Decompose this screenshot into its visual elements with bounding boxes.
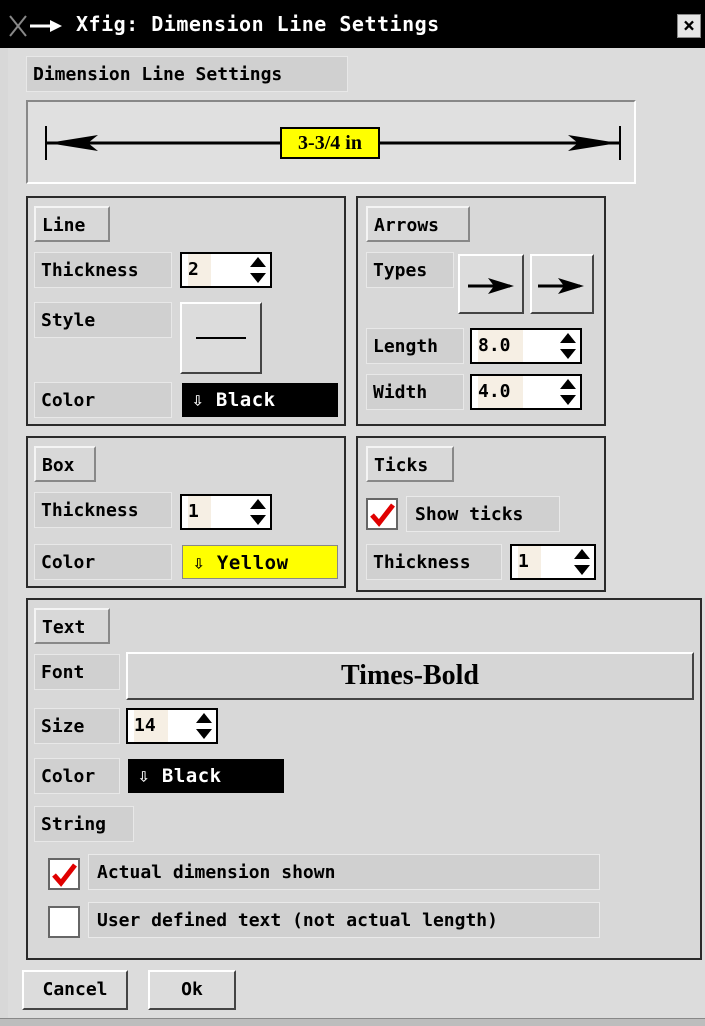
arrows-width-stepper[interactable]: 4.0 — [470, 374, 582, 410]
text-string-label: String — [34, 806, 134, 842]
text-font-label: Font — [34, 654, 120, 690]
spinner-arrows-icon[interactable] — [572, 548, 592, 576]
window-title: Xfig: Dimension Line Settings — [76, 12, 440, 36]
ticks-thickness-label: Thickness — [366, 544, 502, 580]
text-color-value: Black — [161, 765, 222, 787]
arrowhead-icon — [468, 278, 514, 294]
arrows-width-value[interactable]: 4.0 — [478, 376, 523, 408]
arrows-types-label: Types — [366, 252, 454, 288]
ticks-heading: Ticks — [366, 446, 454, 482]
line-thickness-stepper[interactable]: 2 — [180, 252, 272, 288]
ok-button[interactable]: Ok — [148, 970, 236, 1010]
arrowhead-icon — [538, 278, 584, 294]
down-arrow-icon: ⇩ — [192, 389, 204, 411]
actual-dimension-label[interactable]: Actual dimension shown — [88, 854, 600, 890]
arrows-length-stepper[interactable]: 8.0 — [470, 328, 582, 364]
dimension-preview: 3-3/4 in — [26, 100, 636, 184]
box-color-label: Color — [34, 544, 172, 580]
line-style-button[interactable] — [180, 302, 262, 374]
preview-dimension-text: 3-3/4 in — [280, 127, 380, 159]
spinner-arrows-icon[interactable] — [248, 498, 268, 526]
spinner-arrows-icon[interactable] — [194, 712, 214, 740]
line-color-label: Color — [34, 382, 172, 418]
cancel-button[interactable]: Cancel — [22, 970, 128, 1010]
down-arrow-icon: ⇩ — [138, 765, 150, 787]
bottom-frame — [0, 1018, 705, 1026]
text-color-label: Color — [34, 758, 120, 794]
arrows-length-label: Length — [366, 328, 464, 364]
box-color-value: Yellow — [216, 552, 289, 574]
text-color-button[interactable]: ⇩ Black — [128, 759, 284, 793]
solid-line-icon — [196, 337, 246, 339]
text-heading: Text — [34, 608, 110, 644]
arrows-heading: Arrows — [366, 206, 470, 242]
text-size-stepper[interactable]: 14 — [126, 708, 218, 744]
show-ticks-checkbox[interactable] — [366, 498, 398, 530]
arrows-width-label: Width — [366, 374, 464, 410]
line-heading: Line — [34, 206, 110, 242]
spinner-arrows-icon[interactable] — [248, 256, 268, 284]
ticks-thickness-stepper[interactable]: 1 — [510, 544, 596, 580]
window-menu-icon[interactable] — [6, 12, 70, 40]
checkmark-icon — [370, 503, 395, 527]
title-bar[interactable]: Xfig: Dimension Line Settings × — [0, 0, 705, 48]
checkmark-icon — [52, 863, 77, 887]
show-ticks-label[interactable]: Show ticks — [406, 496, 560, 532]
line-color-value: Black — [215, 389, 276, 411]
user-defined-text-label[interactable]: User defined text (not actual length) — [88, 902, 600, 938]
down-arrow-icon: ⇩ — [193, 552, 205, 574]
ticks-thickness-value[interactable]: 1 — [518, 546, 541, 578]
box-thickness-value[interactable]: 1 — [188, 496, 211, 528]
box-heading: Box — [34, 446, 96, 482]
user-defined-text-checkbox[interactable] — [48, 906, 80, 938]
line-style-label: Style — [34, 302, 172, 338]
line-thickness-label: Thickness — [34, 252, 172, 288]
dialog-label: Dimension Line Settings — [26, 56, 348, 92]
spinner-arrows-icon[interactable] — [558, 332, 578, 360]
right-arrow-type-button[interactable] — [530, 254, 594, 314]
actual-dimension-checkbox[interactable] — [48, 858, 80, 890]
close-icon[interactable]: × — [677, 14, 701, 38]
arrows-length-value[interactable]: 8.0 — [478, 330, 523, 362]
box-color-button[interactable]: ⇩ Yellow — [182, 545, 338, 579]
text-size-label: Size — [34, 708, 120, 744]
box-thickness-stepper[interactable]: 1 — [180, 494, 272, 530]
text-size-value[interactable]: 14 — [134, 710, 168, 742]
left-arrow-type-button[interactable] — [458, 254, 524, 314]
font-select-button[interactable]: Times-Bold — [126, 652, 694, 700]
line-color-button[interactable]: ⇩ Black — [182, 383, 338, 417]
box-thickness-label: Thickness — [34, 492, 172, 528]
spinner-arrows-icon[interactable] — [558, 378, 578, 406]
line-thickness-value[interactable]: 2 — [188, 254, 211, 286]
